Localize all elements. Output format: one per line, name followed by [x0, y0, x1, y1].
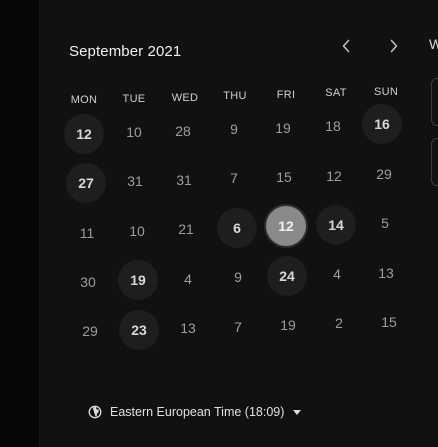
calendar-day: 10	[126, 124, 142, 140]
timezone-selector[interactable]: Eastern European Time (18:09)	[88, 405, 302, 419]
time-slot-heading: W	[429, 36, 438, 52]
weekday-label: MON	[70, 94, 98, 106]
month-title: September 2021	[69, 43, 182, 60]
calendar-day[interactable]: 14	[316, 205, 356, 245]
calendar-day[interactable]: 27	[66, 163, 106, 203]
next-month-button[interactable]	[381, 33, 407, 59]
calendar-day: 15	[276, 169, 292, 185]
calendar-day[interactable]: 19	[118, 260, 158, 300]
calendar-day: 9	[230, 121, 238, 137]
time-slot-panel: W	[425, 0, 438, 447]
calendar-day: 21	[178, 221, 194, 237]
calendar-day: 30	[80, 274, 96, 290]
left-panel-edge	[0, 0, 40, 447]
calendar-day[interactable]: 12	[266, 206, 306, 246]
calendar-day: 9	[234, 269, 242, 285]
timezone-label: Eastern European Time (18:09)	[110, 405, 285, 419]
previous-month-button[interactable]	[333, 33, 359, 59]
calendar-day: 10	[129, 223, 145, 239]
caret-down-icon	[292, 409, 302, 415]
weekday-label: WED	[171, 92, 199, 104]
weekday-label: SUN	[373, 86, 399, 98]
calendar-day: 28	[175, 123, 191, 139]
calendar-day: 29	[376, 166, 392, 182]
chevron-right-icon	[390, 39, 398, 53]
weekday-label: THU	[223, 90, 247, 102]
weekday-label: SAT	[325, 87, 347, 99]
calendar-day[interactable]: 12	[64, 114, 104, 154]
calendar-day: 2	[335, 315, 343, 331]
weekday-label: TUE	[122, 93, 146, 105]
chevron-left-icon	[342, 39, 350, 53]
time-slot-button[interactable]	[431, 78, 438, 126]
globe-icon	[88, 405, 102, 419]
calendar-day: 7	[234, 319, 242, 335]
weekday-label: FRI	[276, 89, 296, 101]
calendar-day: 7	[230, 170, 238, 186]
calendar-day: 11	[79, 225, 95, 241]
calendar-day: 13	[378, 265, 394, 281]
calendar-day: 29	[82, 323, 98, 339]
calendar-day: 15	[381, 314, 397, 330]
calendar-day: 5	[381, 215, 389, 231]
calendar-day: 13	[180, 320, 196, 336]
time-slot-button[interactable]	[431, 138, 438, 186]
calendar-day[interactable]: 24	[267, 256, 307, 296]
calendar-day: 19	[280, 317, 296, 333]
calendar-day: 19	[275, 120, 291, 136]
calendar-day[interactable]: 23	[119, 310, 159, 350]
calendar-day: 31	[176, 172, 192, 188]
calendar-day[interactable]: 6	[217, 208, 257, 248]
calendar-day: 4	[333, 266, 341, 282]
calendar-day[interactable]: 16	[362, 104, 402, 144]
calendar-day: 12	[326, 168, 342, 184]
calendar-day: 31	[127, 173, 143, 189]
calendar-day: 18	[325, 118, 341, 134]
calendar-day: 4	[184, 271, 192, 287]
